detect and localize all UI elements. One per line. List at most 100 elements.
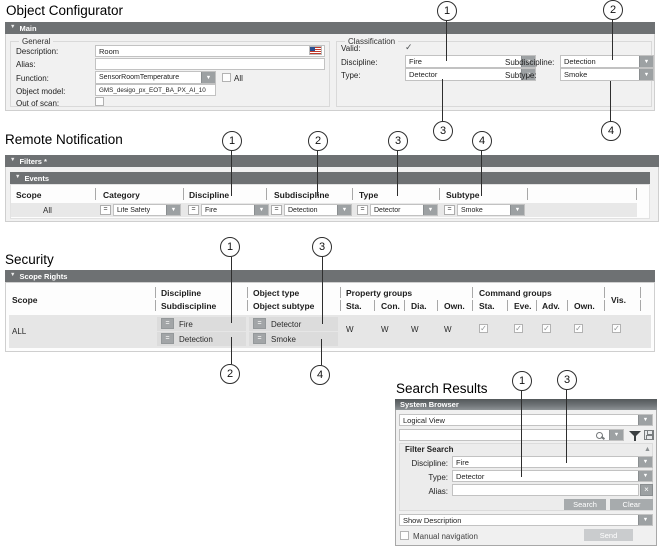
column-divider [507,300,508,311]
column-header-command-groups[interactable]: Command groups [479,288,552,298]
cg-sta-checkbox[interactable]: ✓ [479,324,488,333]
column-header-discipline[interactable]: Discipline [189,190,229,200]
column-header-scope[interactable]: Scope [12,295,38,305]
column-header-subdiscipline[interactable]: Subdiscipline [161,301,216,311]
sr-alias-field[interactable] [452,484,639,496]
scope-rights-panel-header[interactable]: ▼ Scope Rights [5,270,655,282]
operator-chip[interactable]: = [253,333,266,344]
oc-subdiscipline-label: Subdiscipline: [505,58,554,67]
send-button[interactable]: Send [584,529,633,541]
callout-circle: 3 [433,121,453,141]
column-header-object-type[interactable]: Object type [253,288,299,298]
column-header-pg-con[interactable]: Con. [381,301,400,311]
chevron-down-icon[interactable]: ▼ [638,415,652,425]
view-selector-dropdown[interactable]: Logical View ▼ [399,414,653,426]
subdiscipline-cell-dropdown[interactable]: Detection ▼ [284,204,352,216]
operator-chip[interactable]: = [100,205,111,215]
object-model-field[interactable]: GMS_desigo_px_EOT_BA_PX_AI_10 [95,84,216,96]
save-icon[interactable] [644,430,654,440]
column-header-pg-own[interactable]: Own. [444,301,465,311]
alias-field[interactable] [95,58,325,70]
language-flag-icon[interactable] [310,47,321,54]
out-of-scan-checkbox[interactable] [95,97,104,106]
column-header-pg-dia[interactable]: Dia. [411,301,427,311]
collapse-icon[interactable]: ▼ [15,175,20,181]
oc-subtype-dropdown[interactable]: Smoke ▼ [560,68,654,81]
subtype-cell-dropdown[interactable]: Smoke ▼ [457,204,525,216]
column-header-vis[interactable]: Vis. [611,295,626,305]
chevron-down-icon[interactable]: ▼ [337,205,351,215]
clear-button[interactable]: Clear [610,499,653,510]
chevron-down-icon[interactable]: ▼ [510,205,524,215]
type-cell-dropdown[interactable]: Detector ▼ [370,204,438,216]
discipline-cell-dropdown[interactable]: Fire ▼ [201,204,269,216]
manual-navigation-checkbox[interactable] [400,531,409,540]
column-header-type[interactable]: Type [359,190,378,200]
chevron-down-icon[interactable]: ▼ [638,457,652,467]
chevron-down-icon[interactable]: ▼ [254,205,268,215]
search-input[interactable]: ▼ [399,429,624,441]
events-panel-header[interactable]: ▼ Events [10,172,650,184]
collapse-icon[interactable]: ▼ [10,25,15,31]
column-header-object-subtype[interactable]: Object subtype [253,301,314,311]
search-button[interactable]: Search [564,499,606,510]
column-header-subdiscipline[interactable]: Subdiscipline [274,190,329,200]
main-panel-header[interactable]: ▼ Main [5,22,655,34]
column-header-cg-adv[interactable]: Adv. [542,301,560,311]
chevron-down-icon[interactable]: ▼ [609,430,623,440]
callout-line [521,391,522,477]
chevron-down-icon[interactable]: ▼ [638,471,652,481]
column-header-cg-own[interactable]: Own. [574,301,595,311]
section-title-remote-notification: Remote Notification [5,132,123,147]
operator-chip[interactable]: = [161,318,174,329]
column-header-property-groups[interactable]: Property groups [346,288,412,298]
column-header-pg-sta[interactable]: Sta. [346,301,362,311]
category-cell-dropdown[interactable]: Life Safety ▼ [113,204,181,216]
chevron-down-icon[interactable]: ▼ [166,205,180,215]
column-header-category[interactable]: Category [103,190,140,200]
chevron-down-icon[interactable]: ▼ [639,56,653,67]
oc-discipline-label: Discipline: [341,58,377,67]
cg-adv-checkbox[interactable]: ✓ [542,324,551,333]
chevron-down-icon[interactable]: ▼ [638,515,652,525]
collapse-icon[interactable]: ▼ [10,158,15,164]
filters-panel-header[interactable]: ▼ Filters * [5,155,659,167]
vis-checkbox[interactable]: ✓ [612,324,621,333]
chevron-down-icon[interactable]: ▼ [423,205,437,215]
cg-own-checkbox[interactable]: ✓ [574,324,583,333]
operator-chip[interactable]: = [271,205,282,215]
column-header-scope[interactable]: Scope [16,190,42,200]
column-divider [636,188,637,200]
all-checkbox[interactable] [222,73,231,82]
chevron-down-icon[interactable]: ▼ [639,69,653,80]
collapse-icon[interactable]: ▼ [10,273,15,279]
sr-discipline-dropdown[interactable]: Fire ▼ [452,456,653,468]
sr-type-dropdown[interactable]: Detector ▼ [452,470,653,482]
operator-chip[interactable]: = [357,205,368,215]
valid-check-icon[interactable]: ✓ [405,43,413,52]
display-mode-dropdown[interactable]: Show Description ▼ [399,514,653,526]
function-dropdown[interactable]: SensorRoomTemperature ▼ [95,71,216,84]
column-header-subtype[interactable]: Subtype [446,190,480,200]
column-header-cg-sta[interactable]: Sta. [479,301,495,311]
clear-field-icon[interactable]: × [640,484,653,496]
column-divider [472,287,473,298]
oc-subdiscipline-dropdown[interactable]: Detection ▼ [560,55,654,68]
callout-line [442,79,443,121]
system-browser-titlebar[interactable]: System Browser [395,399,657,410]
column-header-discipline[interactable]: Discipline [161,288,201,298]
cg-eve-checkbox[interactable]: ✓ [514,324,523,333]
sr-alias-label: Alias: [398,487,448,496]
operator-chip[interactable]: = [444,205,455,215]
chevron-down-icon[interactable]: ▼ [201,72,215,83]
operator-chip[interactable]: = [161,333,174,344]
main-panel-header-label: Main [19,24,36,33]
description-field[interactable]: Room [95,45,325,57]
collapse-up-icon[interactable]: ▲ [644,446,651,453]
filter-icon[interactable] [629,430,641,442]
general-group-label: General [19,37,53,46]
column-header-cg-eve[interactable]: Eve. [514,301,532,311]
column-divider [604,287,605,298]
operator-chip[interactable]: = [253,318,266,329]
operator-chip[interactable]: = [188,205,199,215]
